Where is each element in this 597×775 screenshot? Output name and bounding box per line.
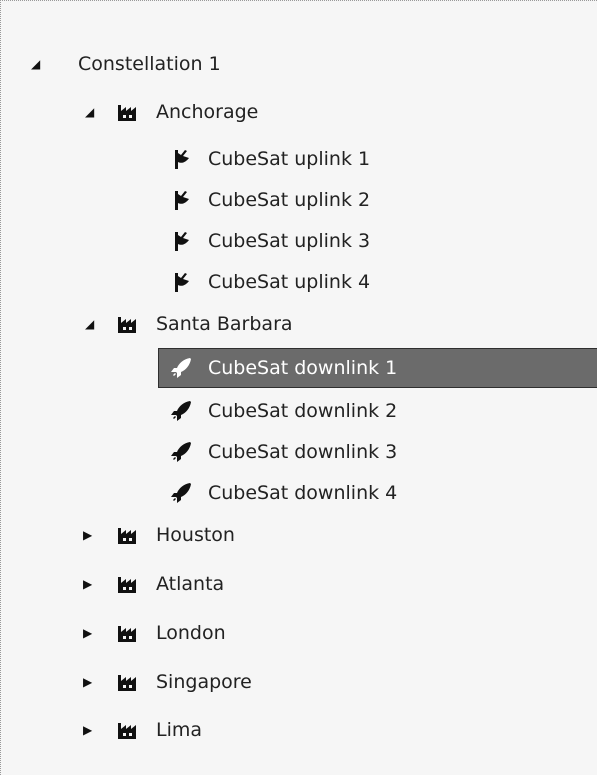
collapse-arrow-icon[interactable] — [83, 676, 95, 688]
tree-node-label: Lima — [156, 719, 203, 741]
tree-node-label: Constellation 1 — [78, 53, 221, 75]
satellite-dish-icon — [170, 229, 194, 253]
tree-node-label: London — [156, 622, 226, 644]
tree-leaf-label: CubeSat downlink 2 — [208, 400, 398, 422]
factory-icon — [116, 100, 140, 124]
tree-leaf-label: CubeSat uplink 4 — [208, 271, 371, 293]
rocket-icon — [169, 399, 193, 423]
tree-leaf-label: CubeSat uplink 3 — [208, 230, 371, 252]
tree-node-label: Atlanta — [156, 573, 225, 595]
satellite-dish-icon — [170, 270, 194, 294]
tree-node-label: Houston — [156, 524, 235, 546]
satellite-dish-icon — [170, 147, 194, 171]
tree-node-label: Anchorage — [156, 101, 259, 123]
factory-icon — [116, 572, 140, 596]
collapse-arrow-icon[interactable] — [83, 578, 95, 590]
expand-arrow-icon[interactable] — [31, 58, 43, 70]
tree-leaf-label: CubeSat downlink 3 — [208, 441, 398, 463]
expand-arrow-icon[interactable] — [85, 318, 97, 330]
collapse-arrow-icon[interactable] — [83, 627, 95, 639]
tree-leaf-label: CubeSat downlink 1 — [208, 357, 398, 379]
satellite-dish-icon — [170, 188, 194, 212]
collapse-arrow-icon[interactable] — [83, 529, 95, 541]
collapse-arrow-icon[interactable] — [83, 724, 95, 736]
factory-icon — [116, 312, 140, 336]
factory-icon — [116, 670, 140, 694]
tree-leaf-label: CubeSat uplink 2 — [208, 189, 371, 211]
expand-arrow-icon[interactable] — [85, 106, 97, 118]
factory-icon — [116, 621, 140, 645]
tree-node-label: Singapore — [156, 671, 252, 693]
rocket-icon — [169, 440, 193, 464]
tree-leaf-label: CubeSat uplink 1 — [208, 148, 371, 170]
factory-icon — [116, 523, 140, 547]
rocket-icon — [169, 481, 193, 505]
tree-node-label: Santa Barbara — [156, 313, 293, 335]
factory-icon — [116, 718, 140, 742]
rocket-icon — [169, 356, 193, 380]
tree-view: Constellation 1 Anchorage CubeSat uplink… — [0, 0, 597, 775]
tree-leaf-label: CubeSat downlink 4 — [208, 482, 398, 504]
